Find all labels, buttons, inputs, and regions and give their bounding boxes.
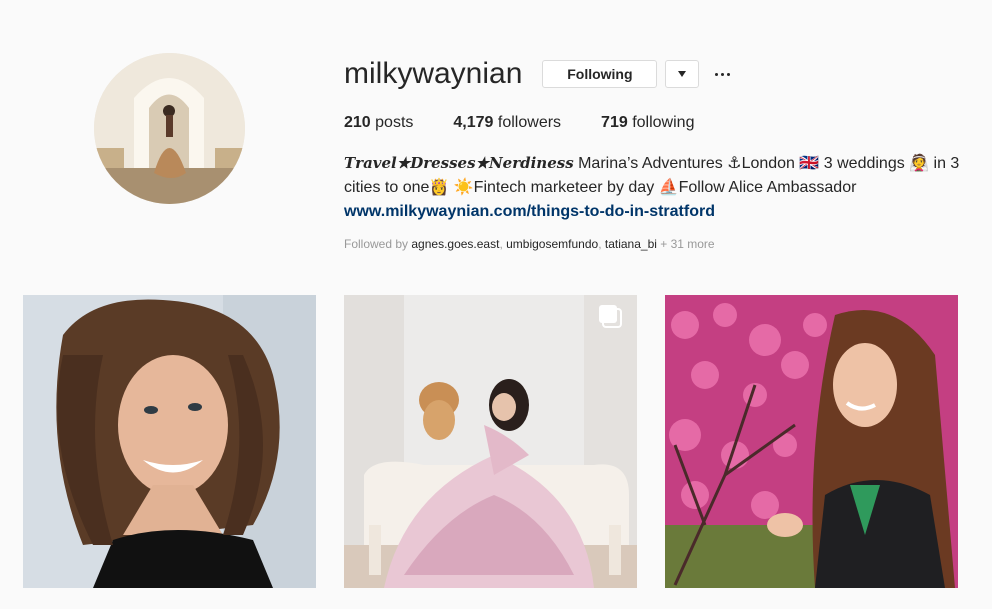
multi-photo-icon bbox=[599, 305, 622, 328]
profile-avatar[interactable] bbox=[94, 53, 245, 204]
post-thumbnail[interactable] bbox=[23, 295, 316, 588]
post-thumbnail[interactable] bbox=[665, 295, 958, 588]
followers-count-value: 4,179 bbox=[453, 114, 494, 131]
post-photo bbox=[344, 295, 637, 588]
bio-website-link[interactable]: www.milkywaynian.com/things-to-do-in-str… bbox=[344, 200, 964, 224]
post-thumbnail[interactable] bbox=[344, 295, 637, 588]
suggestions-dropdown-button[interactable] bbox=[665, 60, 700, 88]
posts-count-label: posts bbox=[375, 114, 414, 131]
followed-by-account[interactable]: umbigosemfundo bbox=[506, 237, 598, 251]
followed-by-prefix: Followed by bbox=[344, 237, 412, 251]
more-options-button[interactable] bbox=[709, 60, 735, 88]
profile-username: milkywaynian bbox=[344, 57, 523, 90]
followers-count-label: followers bbox=[497, 114, 562, 131]
posts-count: 210 posts bbox=[344, 113, 413, 133]
post-photo bbox=[23, 295, 316, 588]
ellipsis-icon bbox=[714, 72, 730, 76]
followed-by-account[interactable]: agnes.goes.east bbox=[411, 237, 499, 251]
following-button[interactable]: Following bbox=[542, 60, 658, 88]
followed-by: Followed by agnes.goes.east, umbigosemfu… bbox=[344, 236, 715, 252]
following-count-label: following bbox=[632, 114, 695, 131]
following-count-value: 719 bbox=[601, 114, 628, 131]
profile-bio: 𝑻𝒓𝒂𝒗𝒆𝒍★𝑫𝒓𝒆𝒔𝒔𝒆𝒔★𝑵𝒆𝒓𝒅𝒊𝒏𝒆𝒔𝒔 Marina’s Advent… bbox=[344, 151, 964, 224]
followed-by-account[interactable]: tatiana_bi bbox=[605, 237, 657, 251]
bio-styled-text: 𝑻𝒓𝒂𝒗𝒆𝒍★𝑫𝒓𝒆𝒔𝒔𝒆𝒔★𝑵𝒆𝒓𝒅𝒊𝒏𝒆𝒔𝒔 bbox=[344, 154, 574, 172]
following-link[interactable]: 719 following bbox=[601, 113, 694, 133]
post-photo bbox=[665, 295, 958, 588]
posts-count-value: 210 bbox=[344, 114, 371, 131]
profile-title-row: milkywaynian Following bbox=[344, 56, 735, 92]
profile-page: milkywaynian Following 210 posts 4,179 f… bbox=[0, 0, 992, 609]
followed-by-more[interactable]: + 31 more bbox=[657, 237, 714, 251]
posts-grid bbox=[23, 295, 958, 588]
avatar-photo bbox=[94, 53, 245, 204]
followed-by-separator: , bbox=[598, 237, 605, 251]
chevron-down-icon bbox=[678, 71, 687, 77]
profile-stats: 210 posts 4,179 followers 719 following bbox=[344, 113, 734, 133]
followers-link[interactable]: 4,179 followers bbox=[453, 113, 561, 133]
